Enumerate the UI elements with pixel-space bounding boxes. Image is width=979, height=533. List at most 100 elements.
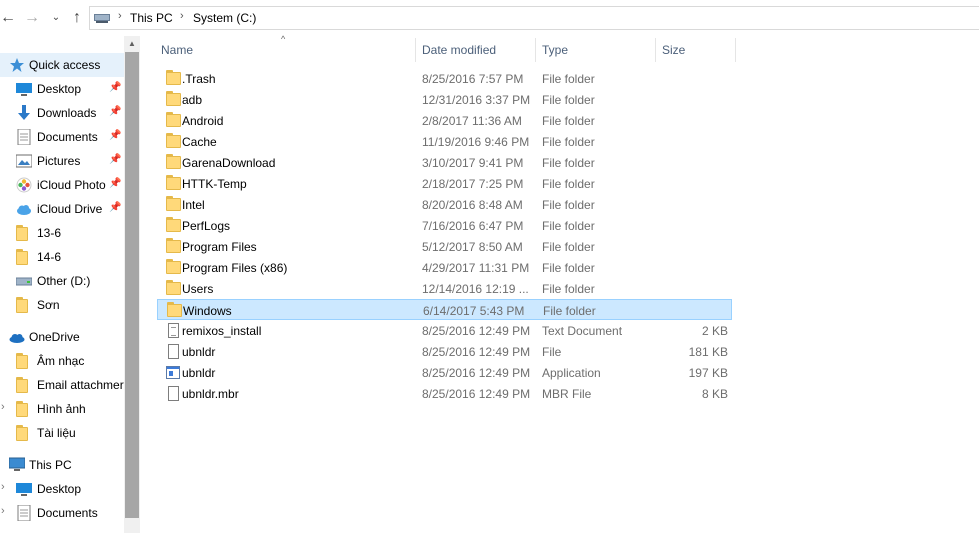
- expand-chevron-icon[interactable]: ›: [1, 401, 5, 413]
- table-row[interactable]: .Trash 8/25/2016 7:57 PM File folder: [157, 68, 732, 89]
- nav-item-tai-lieu[interactable]: Tài liệu: [0, 421, 124, 445]
- column-type[interactable]: Type: [542, 36, 568, 62]
- table-row[interactable]: Intel 8/20/2016 8:48 AM File folder: [157, 194, 732, 215]
- table-row[interactable]: Cache 11/19/2016 9:46 PM File folder: [157, 131, 732, 152]
- scroll-up-icon[interactable]: ▲: [124, 36, 140, 52]
- address-bar[interactable]: › This PC › System (C:): [89, 6, 979, 30]
- nav-label: iCloud Photo: [37, 178, 106, 192]
- file-date-modified: 2/8/2017 11:36 AM: [422, 114, 522, 128]
- nav-label: Âm nhạc: [37, 354, 85, 368]
- nav-this-pc[interactable]: This PC: [0, 453, 124, 477]
- breadcrumb-separator-icon: ›: [118, 10, 122, 22]
- nav-item-pc-desktop[interactable]: › Desktop: [0, 477, 124, 501]
- pin-icon[interactable]: 📌: [109, 106, 121, 117]
- table-row[interactable]: PerfLogs 7/16/2016 6:47 PM File folder: [157, 215, 732, 236]
- nav-item-pc-documents[interactable]: › Documents: [0, 501, 124, 525]
- table-row[interactable]: HTTK-Temp 2/18/2017 7:25 PM File folder: [157, 173, 732, 194]
- file-name: Users: [182, 282, 214, 296]
- application-icon: [166, 365, 182, 380]
- file-size: 197 KB: [688, 366, 728, 380]
- nav-label: This PC: [29, 458, 72, 472]
- nav-item-son[interactable]: Sơn: [0, 293, 124, 317]
- chevron-down-icon: ⌄: [51, 12, 61, 23]
- forward-button[interactable]: →: [24, 8, 40, 28]
- table-row[interactable]: Program Files 5/12/2017 8:50 AM File folde…: [157, 236, 732, 257]
- nav-label: Desktop: [37, 82, 82, 96]
- breadcrumb-system-c[interactable]: System (C:): [193, 11, 256, 25]
- file-date-modified: 11/19/2016 9:46 PM: [422, 135, 530, 149]
- nav-item-icloud-photos[interactable]: iCloud Photo 📌: [0, 173, 124, 197]
- back-button[interactable]: ←: [0, 8, 16, 28]
- nav-label: Pictures: [37, 154, 81, 168]
- file-date-modified: 4/29/2017 11:31 PM: [422, 261, 530, 275]
- file-icon: [166, 386, 182, 401]
- file-date-modified: 8/25/2016 7:57 PM: [422, 72, 524, 86]
- nav-item-downloads[interactable]: Downloads 📌: [0, 101, 124, 125]
- file-date-modified: 3/10/2017 9:41 PM: [422, 156, 524, 170]
- folder-icon: [166, 196, 182, 212]
- scrollbar-thumb[interactable]: [125, 52, 139, 518]
- nav-quick-access[interactable]: Quick access: [0, 53, 124, 77]
- nav-label: Desktop: [37, 482, 82, 496]
- up-button[interactable]: ↑: [68, 8, 86, 28]
- file-type: File folder: [543, 304, 596, 318]
- table-row[interactable]: ubnldr 8/25/2016 12:49 PM File 181 KB: [157, 341, 732, 362]
- nav-onedrive[interactable]: OneDrive: [0, 325, 124, 349]
- icloud-drive-icon: [17, 205, 31, 215]
- table-row[interactable]: ubnldr 8/25/2016 12:49 PM Application 197 K…: [157, 362, 732, 383]
- file-type: File folder: [542, 177, 595, 191]
- nav-label: 14-6: [37, 250, 62, 264]
- file-type: File folder: [542, 114, 595, 128]
- star-icon: [10, 58, 24, 72]
- folder-icon: [167, 302, 183, 318]
- expand-chevron-icon[interactable]: ›: [1, 505, 5, 517]
- table-row[interactable]: ubnldr.mbr 8/25/2016 12:49 PM MBR File 8 KB: [157, 383, 732, 404]
- nav-item-email-attachments[interactable]: Email attachmer: [0, 373, 124, 397]
- column-divider[interactable]: [535, 38, 536, 62]
- table-row[interactable]: adb 12/31/2016 3:37 PM File folder: [157, 89, 732, 110]
- breadcrumb-this-pc[interactable]: This PC: [130, 11, 173, 25]
- column-divider[interactable]: [655, 38, 656, 62]
- pin-icon[interactable]: 📌: [109, 82, 121, 93]
- pin-icon[interactable]: 📌: [109, 130, 121, 141]
- file-name: remixos_install: [182, 324, 262, 338]
- recent-locations-button[interactable]: ⌄: [50, 8, 62, 28]
- up-arrow-icon: ↑: [73, 9, 81, 26]
- table-row-selected[interactable]: Windows 6/14/2017 5:43 PM File folder: [157, 299, 732, 320]
- drive-icon: [94, 14, 110, 23]
- nav-item-14-6[interactable]: 14-6: [0, 245, 124, 269]
- table-row[interactable]: Android 2/8/2017 11:36 AM File folder: [157, 110, 732, 131]
- column-divider[interactable]: [415, 38, 416, 62]
- table-row[interactable]: GarenaDownload 3/10/2017 9:41 PM File fold…: [157, 152, 732, 173]
- drive-icon: [16, 277, 32, 286]
- table-row[interactable]: Program Files (x86) 4/29/2017 11:31 PM Fil…: [157, 257, 732, 278]
- nav-item-13-6[interactable]: 13-6: [0, 221, 124, 245]
- folder-icon: [166, 154, 182, 170]
- nav-item-icloud-drive[interactable]: iCloud Drive 📌: [0, 197, 124, 221]
- file-name: Program Files: [182, 240, 257, 254]
- nav-item-pictures[interactable]: Pictures 📌: [0, 149, 124, 173]
- file-type: File folder: [542, 156, 595, 170]
- column-size[interactable]: Size: [662, 36, 685, 62]
- file-name: ubnldr.mbr: [182, 387, 239, 401]
- column-date-modified[interactable]: Date modified: [422, 36, 496, 62]
- pin-icon[interactable]: 📌: [109, 178, 121, 189]
- breadcrumb-separator-icon: ›: [180, 10, 184, 22]
- nav-item-hinh-anh[interactable]: › Hình ảnh: [0, 397, 124, 421]
- folder-icon: [16, 401, 32, 417]
- column-divider[interactable]: [735, 38, 736, 62]
- pin-icon[interactable]: 📌: [109, 154, 121, 165]
- file-name: GarenaDownload: [182, 156, 276, 170]
- navigation-scrollbar[interactable]: ▲: [124, 36, 140, 533]
- nav-item-am-nhac[interactable]: Âm nhạc: [0, 349, 124, 373]
- expand-chevron-icon[interactable]: ›: [1, 481, 5, 493]
- column-name[interactable]: Name: [161, 36, 193, 62]
- nav-label: Other (D:): [37, 274, 91, 288]
- table-row[interactable]: remixos_install 8/25/2016 12:49 PM Text Do…: [157, 320, 732, 341]
- file-date-modified: 8/20/2016 8:48 AM: [422, 198, 523, 212]
- table-row[interactable]: Users 12/14/2016 12:19 ... File folder: [157, 278, 732, 299]
- nav-item-desktop[interactable]: Desktop 📌: [0, 77, 124, 101]
- pin-icon[interactable]: 📌: [109, 202, 121, 213]
- nav-item-other-d[interactable]: Other (D:): [0, 269, 124, 293]
- nav-item-documents[interactable]: Documents 📌: [0, 125, 124, 149]
